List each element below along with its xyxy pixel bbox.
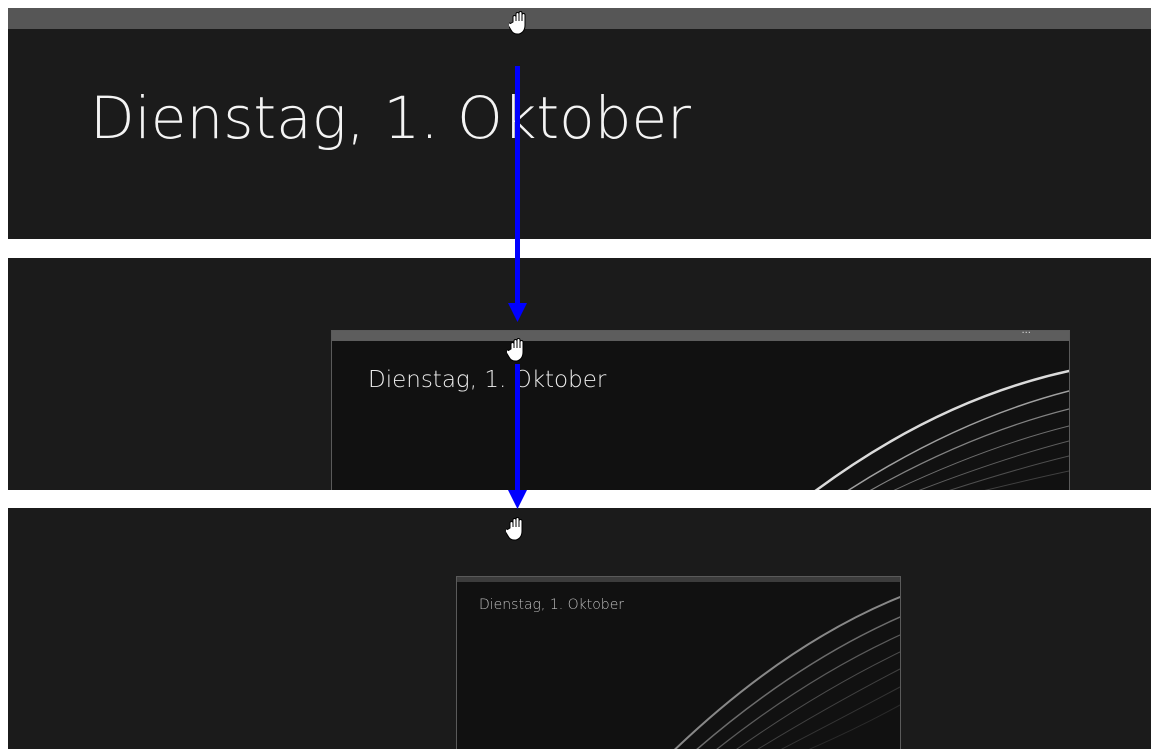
hand-grab-icon <box>506 517 523 541</box>
frame-shrinking: ··· Dienstag, 1. Oktober <box>8 258 1151 490</box>
hand-grab-icon <box>507 338 524 362</box>
window-titlebar[interactable]: ··· <box>457 577 900 582</box>
window-titlebar[interactable]: ··· <box>332 331 1069 341</box>
date-heading: Dienstag, 1. Oktober <box>90 84 691 152</box>
window-menu-icon[interactable]: ··· <box>1021 331 1031 339</box>
wallpaper-arcs <box>814 369 1069 490</box>
app-window-preview[interactable]: ··· Dienstag, 1. Oktober <box>331 330 1070 490</box>
frame-fullscreen: Dienstag, 1. Oktober <box>8 8 1151 239</box>
window-menu-icon[interactable]: ··· <box>870 577 878 581</box>
frame-thumbnail: ··· Dienstag, 1. Oktober <box>8 508 1151 749</box>
date-heading: Dienstag, 1. Oktober <box>368 367 607 393</box>
app-titlebar[interactable] <box>8 8 1151 29</box>
app-window-thumbnail[interactable]: ··· Dienstag, 1. Oktober <box>456 576 901 749</box>
date-heading: Dienstag, 1. Oktober <box>479 597 625 613</box>
hand-grab-icon <box>509 11 526 35</box>
